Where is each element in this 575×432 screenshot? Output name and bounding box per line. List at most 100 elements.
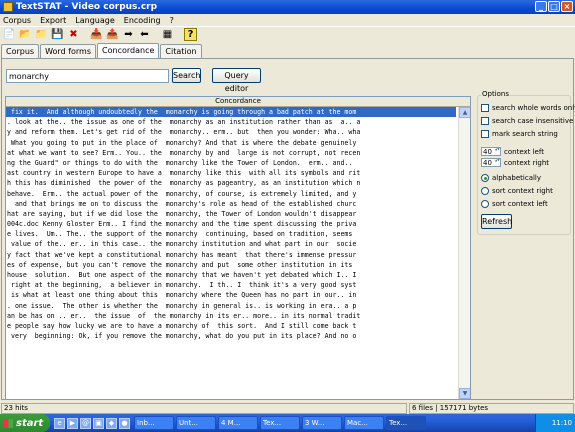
taskbar-button[interactable]: Mac... (344, 416, 384, 430)
app-icon[interactable]: ◆ (106, 417, 117, 429)
sort-context-right-radio[interactable]: sort context right (481, 187, 553, 195)
table-row[interactable]: e lives. Um.. The.. the support of the m… (6, 229, 456, 239)
radio-icon[interactable] (481, 200, 489, 208)
concordance-column-header[interactable]: Concordance (6, 97, 470, 107)
app-icon[interactable]: ● (119, 417, 130, 429)
close-button[interactable]: × (561, 1, 573, 12)
window-title: TextSTAT - Video corpus.crp (16, 2, 158, 12)
table-row[interactable]: . one issue. The other is whether the mo… (6, 301, 456, 311)
table-row[interactable]: h this has diminished the power of the m… (6, 178, 456, 188)
menu-bar: Corpus Export Language Encoding ? (0, 14, 575, 26)
taskbar-button[interactable]: Unt... (176, 416, 216, 430)
help-icon[interactable]: ? (184, 28, 197, 41)
search-button[interactable]: Search (172, 68, 201, 83)
table-row[interactable]: What you going to put in the place of mo… (6, 138, 456, 148)
export-icon[interactable]: 📤 (106, 28, 119, 41)
table-row[interactable]: is what at least one thing about this mo… (6, 290, 456, 300)
table-row[interactable]: and that brings me on to discuss the mon… (6, 199, 456, 209)
taskbar-button[interactable]: 3 W... (302, 416, 342, 430)
import-icon[interactable]: 📥 (90, 28, 103, 41)
maximize-button[interactable]: □ (548, 1, 560, 12)
taskbar: start e ▶ @ ▣ ◆ ● Inb... Unt... 4 M... Tex.… (0, 414, 575, 432)
concordance-table[interactable]: Concordance fix it. And although undoubt… (5, 96, 471, 400)
tab-corpus[interactable]: Corpus (1, 44, 40, 58)
context-left-spinner[interactable]: 40 (481, 147, 501, 156)
back-icon[interactable]: ⬅ (138, 28, 151, 41)
case-insensitive-checkbox[interactable]: search case insensitive (481, 117, 573, 125)
table-row[interactable]: y and reform them. Let's get rid of the … (6, 127, 456, 137)
table-row[interactable]: 004c.doc Kenny Gloster Erm.. I find the … (6, 219, 456, 229)
taskbar-button[interactable]: Inb... (134, 416, 174, 430)
table-row[interactable]: very beginning: Ok, if you remove the mo… (6, 331, 456, 341)
start-button[interactable]: start (0, 414, 50, 432)
query-editor-button[interactable]: Query editor (212, 68, 261, 93)
table-row[interactable]: house solution. But one aspect of the mo… (6, 270, 456, 280)
taskbar-button[interactable]: Tex... (260, 416, 300, 430)
concordance-panel: Search Query editor Concordance fix it. … (1, 58, 575, 400)
mail-icon[interactable]: @ (80, 417, 91, 429)
sort-context-left-radio[interactable]: sort context left (481, 200, 548, 208)
table-row[interactable]: ng the Guard" or things to do with the m… (6, 158, 456, 168)
checkbox-label: search whole words only (492, 104, 575, 112)
clock: 11:10 (551, 419, 572, 427)
delete-icon[interactable]: ✖ (67, 28, 80, 41)
table-row[interactable]: fix it. And although undoubtedly the mon… (6, 107, 456, 118)
refresh-button[interactable]: Refresh (481, 214, 512, 229)
taskbar-button[interactable]: Tex... (386, 416, 426, 430)
table-row[interactable]: e people say how lucky we are to have a … (6, 321, 456, 331)
minimize-button[interactable]: _ (535, 1, 547, 12)
tab-citation[interactable]: Citation (160, 44, 202, 58)
forward-icon[interactable]: ➡ (122, 28, 135, 41)
options-legend: Options (481, 90, 511, 98)
radio-label: alphabetically (492, 174, 542, 182)
table-row[interactable]: hat are saying, but if we did lose the m… (6, 209, 456, 219)
concordance-rows: fix it. And although undoubtedly the mon… (6, 107, 456, 341)
table-row[interactable]: . look at the.. the issue as one of the … (6, 117, 456, 127)
table-row[interactable]: at what we want to see? Erm.. You.. the … (6, 148, 456, 158)
title-bar: TextSTAT - Video corpus.crp _ □ × (0, 0, 575, 14)
search-input[interactable] (6, 69, 169, 83)
radio-icon[interactable] (481, 187, 489, 195)
menu-language[interactable]: Language (75, 16, 114, 25)
menu-encoding[interactable]: Encoding (124, 16, 161, 25)
checkbox-icon[interactable] (481, 117, 489, 125)
table-row[interactable]: es of expense, but you can't remove the … (6, 260, 456, 270)
vertical-scrollbar[interactable]: ▲ ▼ (458, 107, 470, 399)
scroll-down-icon[interactable]: ▼ (459, 388, 470, 399)
grid-icon[interactable]: ▦ (161, 28, 174, 41)
tab-concordance[interactable]: Concordance (97, 43, 160, 58)
windows-logo-icon (4, 418, 13, 428)
menu-export[interactable]: Export (40, 16, 66, 25)
start-label: start (16, 417, 44, 429)
scroll-up-icon[interactable]: ▲ (459, 107, 470, 118)
browser-icon[interactable]: e (54, 417, 65, 429)
context-left-row: 40 context left (481, 147, 544, 156)
sort-alphabetically-radio[interactable]: alphabetically (481, 174, 541, 182)
media-icon[interactable]: ▶ (67, 417, 78, 429)
whole-words-checkbox[interactable]: search whole words only (481, 104, 575, 112)
context-right-spinner[interactable]: 40 (481, 158, 501, 167)
checkbox-label: mark search string (492, 130, 558, 138)
desktop-icon[interactable]: ▣ (93, 417, 104, 429)
table-row[interactable]: behave. Erm.. the actual power of the mo… (6, 189, 456, 199)
table-row[interactable]: right at the beginning, a believer in mo… (6, 280, 456, 290)
files-info: 6 files | 157171 bytes (409, 403, 574, 414)
mark-search-string-checkbox[interactable]: mark search string (481, 130, 558, 138)
new-file-icon[interactable]: 📄 (3, 28, 16, 41)
table-row[interactable]: y fact that we've kept a constitutional … (6, 250, 456, 260)
menu-corpus[interactable]: Corpus (3, 16, 31, 25)
radio-label: sort context left (492, 200, 548, 208)
table-row[interactable]: an be has on .. er.. the issue of the mo… (6, 311, 456, 321)
radio-icon[interactable] (481, 174, 489, 182)
taskbar-button[interactable]: 4 M... (218, 416, 258, 430)
table-row[interactable]: ast country in western Europe to have a … (6, 168, 456, 178)
save-icon[interactable]: 💾 (51, 28, 64, 41)
toolbar: 📄 📂 📁 💾 ✖ 📥 📤 ➡ ⬅ ▦ ? (0, 26, 575, 42)
checkbox-icon[interactable] (481, 104, 489, 112)
tab-word-forms[interactable]: Word forms (40, 44, 97, 58)
open-file-icon[interactable]: 📁 (35, 28, 48, 41)
checkbox-icon[interactable] (481, 130, 489, 138)
table-row[interactable]: value of the.. er.. in this case.. the m… (6, 239, 456, 249)
menu-help[interactable]: ? (170, 16, 174, 25)
open-folder-icon[interactable]: 📂 (19, 28, 32, 41)
